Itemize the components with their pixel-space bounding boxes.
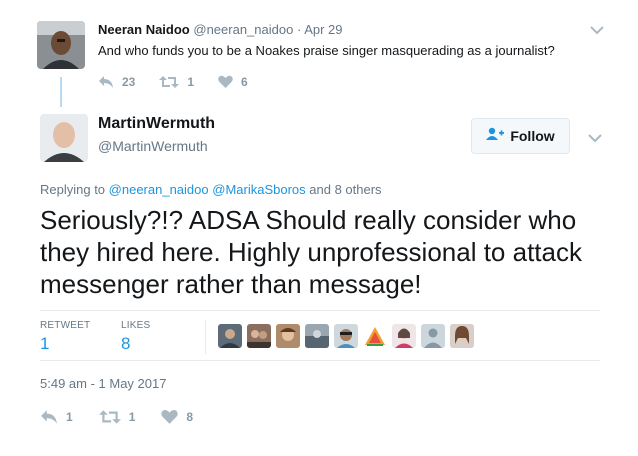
main-display-name[interactable]: MartinWermuth [98,115,215,133]
reply-button[interactable]: 23 [98,75,135,89]
parent-tweet-text: And who funds you to be a Noakes praise … [98,43,555,58]
thread-connector-line [60,77,62,107]
like-count: 6 [241,75,248,89]
stats-divider [40,310,600,311]
main-handle[interactable]: @MartinWermuth [98,138,208,154]
retweet-button[interactable]: 1 [159,75,194,89]
replying-to: Replying to @neeran_naidoo @MarikaSboros… [40,182,382,197]
liker-avatar[interactable] [305,324,329,348]
main-author-avatar[interactable] [40,114,88,162]
likes-stat-label: LIKES [121,320,151,331]
parent-tweet-header: Neeran Naidoo @neeran_naidoo · Apr 29 [98,22,343,37]
heart-icon [218,75,233,89]
follow-button-label: Follow [510,128,555,144]
reply-icon [40,409,58,425]
retweet-stat[interactable]: RETWEET 1 [40,320,90,354]
reply-icon [98,75,114,89]
parent-display-name[interactable]: Neeran Naidoo [98,22,190,37]
mention-link-marika[interactable]: @MarikaSboros [212,182,305,197]
parent-author-avatar[interactable] [37,21,85,69]
like-button[interactable]: 6 [218,75,248,89]
follow-button[interactable]: Follow [471,118,570,154]
reply-count: 1 [66,410,73,424]
chevron-down-icon[interactable] [590,22,604,35]
chevron-down-icon[interactable] [588,130,602,143]
parent-separator: · [296,22,302,37]
reply-button[interactable]: 1 [40,409,73,425]
liker-avatar[interactable] [450,324,474,348]
reply-count: 23 [122,75,136,89]
retweet-count: 1 [128,410,136,424]
replying-others[interactable]: and 8 others [309,182,381,197]
stats-divider [40,360,600,361]
parent-date[interactable]: Apr 29 [304,22,342,37]
liker-avatar[interactable] [392,324,416,348]
likes-stat-value: 8 [121,334,131,353]
retweet-icon [98,409,121,425]
mention-link-neeran[interactable]: @neeran_naidoo [109,182,209,197]
main-tweet-actions: 1 1 8 [40,408,219,426]
retweet-stat-value: 1 [40,334,50,353]
replying-prefix: Replying to [40,182,106,197]
like-button[interactable]: 8 [161,409,193,425]
parent-tweet[interactable]: Neeran Naidoo @neeran_naidoo · Apr 29 An… [0,0,638,110]
liker-avatar[interactable] [363,324,387,348]
liker-avatar[interactable] [218,324,242,348]
follow-person-icon [486,127,505,146]
like-count: 8 [186,410,194,424]
heart-icon [161,409,179,425]
retweet-icon [159,75,180,89]
liker-avatar[interactable] [421,324,445,348]
liker-avatar[interactable] [334,324,358,348]
likes-stat[interactable]: LIKES 8 [121,320,150,354]
tweet-timestamp[interactable]: 5:49 am - 1 May 2017 [40,376,166,391]
retweet-button[interactable]: 1 [98,409,136,425]
liker-avatar[interactable] [276,324,300,348]
parent-tweet-actions: 23 1 6 [98,74,272,90]
stats-separator [205,320,206,354]
liker-avatars [218,324,479,348]
liker-avatar[interactable] [247,324,271,348]
main-tweet-text: Seriously?!? ADSA Should really consider… [40,205,582,299]
parent-handle[interactable]: @neeran_naidoo [193,22,293,37]
retweet-count: 1 [187,75,195,89]
retweet-stat-label: RETWEET [40,320,91,331]
